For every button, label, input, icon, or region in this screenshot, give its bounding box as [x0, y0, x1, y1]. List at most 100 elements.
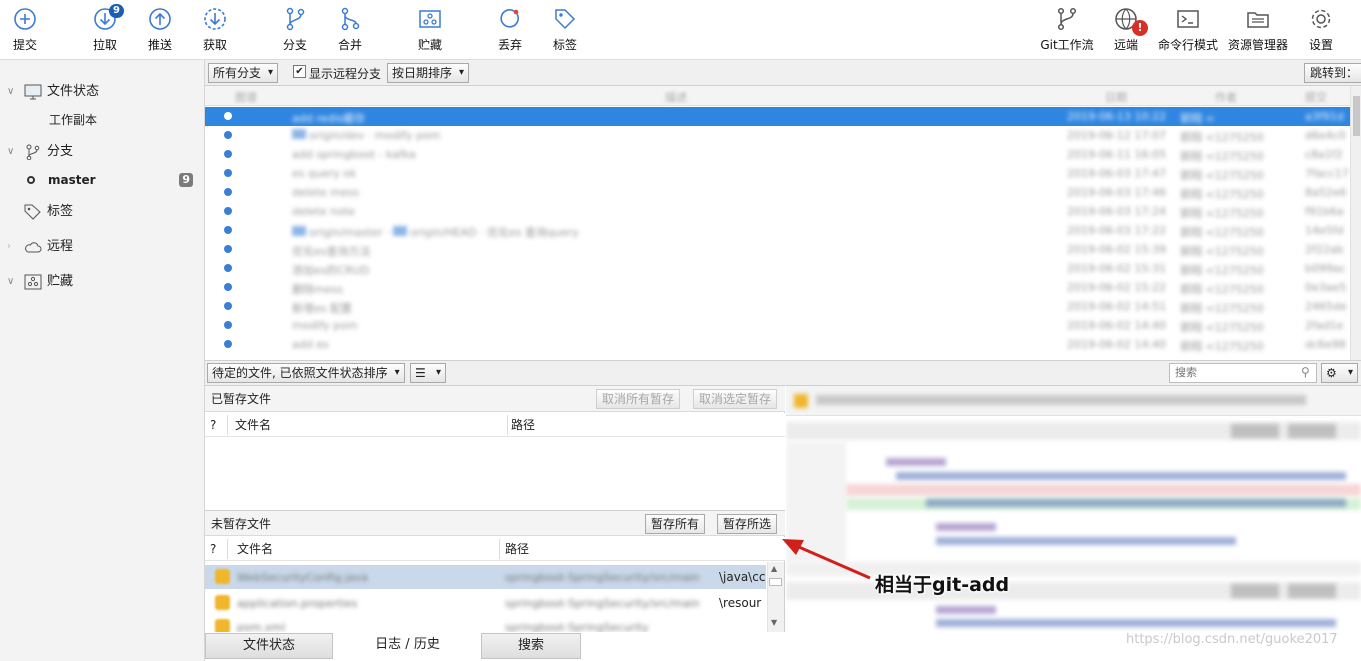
cloud-icon: [25, 242, 42, 253]
commit-row[interactable]: delete note 2019-06-03 17:24 郭翔 <1275250 f9…: [205, 202, 1350, 221]
sidebar: ∨ 文件状态 工作副本 ∨ 分支 master 9 标签 › 远程 ∨ 贮藏: [0, 60, 205, 661]
file-sort-dropdown[interactable]: 待定的文件, 已依照文件状态排序: [207, 363, 405, 383]
search-input[interactable]: [1169, 363, 1317, 383]
file-row[interactable]: WebSecurityConfig.java springboot-Spring…: [205, 565, 766, 589]
explorer-button[interactable]: 资源管理器: [1228, 6, 1288, 53]
merge-button[interactable]: 合并: [320, 6, 380, 53]
terminal-button[interactable]: 命令行模式: [1158, 6, 1218, 53]
chevron-down-icon[interactable]: ∨: [7, 80, 14, 104]
sidebar-item-remotes[interactable]: › 远程: [0, 235, 205, 259]
commit-label: 提交: [12, 38, 37, 52]
commit-button[interactable]: 提交: [0, 6, 55, 53]
remote-alert-icon: !: [1132, 20, 1148, 36]
terminal-label: 命令行模式: [1157, 38, 1218, 52]
stash-label: 贮藏: [417, 38, 442, 52]
current-branch-icon: [27, 176, 35, 184]
behind-count-badge: 9: [179, 173, 193, 187]
tag-button[interactable]: 标签: [535, 6, 595, 53]
sidebar-item-label: master: [48, 173, 96, 187]
sidebar-item-label: 分支: [47, 144, 74, 159]
chevron-right-icon[interactable]: ›: [7, 235, 11, 259]
sidebar-item-label: 远程: [47, 239, 74, 254]
commit-row[interactable]: add springboot - kafka 2019-06-11 16:05 郭翔…: [205, 145, 1350, 164]
file-row[interactable]: pom.xml springboot-SpringSecurity: [205, 615, 766, 632]
file-panes: 已暂存文件 取消所有暂存 取消选定暂存 ? 文件名 路径 未暂存文件 暂存所有 …: [205, 386, 785, 632]
tag-label: 标签: [552, 38, 577, 52]
unstage-selected-button[interactable]: 取消选定暂存: [693, 389, 778, 409]
unstaged-column-headers: ? 文件名 路径: [205, 537, 785, 561]
filename-column-header[interactable]: 文件名: [237, 537, 273, 561]
chevron-down-icon[interactable]: ∨: [7, 140, 14, 164]
annotation-text: 相当于git-add: [875, 574, 1010, 596]
view-mode-dropdown[interactable]: ☰: [410, 363, 446, 383]
commit-row[interactable]: 优化es查询方法 2019-06-02 15:39 郭翔 <1275250 2f22a…: [205, 240, 1350, 259]
file-path-tail: \java\cc: [719, 568, 766, 586]
sidebar-item-tags[interactable]: 标签: [0, 200, 205, 224]
settings-dropdown[interactable]: ⚙: [1321, 363, 1358, 383]
log-scrollbar[interactable]: [1350, 86, 1361, 360]
stage-selected-button[interactable]: 暂存所选: [717, 514, 778, 534]
commit-row[interactable]: add redis缓存 2019-06-13 10:22 郭翔 < a3f91d: [205, 107, 1350, 126]
jump-to-button[interactable]: 跳转到：: [1304, 63, 1361, 83]
sort-dropdown[interactable]: 按日期排序: [387, 63, 470, 83]
branches-dropdown[interactable]: 所有分支: [208, 63, 279, 83]
status-column-header[interactable]: ?: [210, 413, 216, 437]
fetch-button[interactable]: 获取: [185, 6, 245, 53]
sidebar-item-working-copy[interactable]: 工作副本: [0, 108, 205, 132]
commit-row[interactable]: 新增es 配置 2019-06-02 14:51 郭翔 <1275250 2465de: [205, 297, 1350, 316]
stage-all-button[interactable]: 暂存所有: [645, 514, 706, 534]
chevron-down-icon[interactable]: ∨: [7, 270, 14, 294]
merge-label: 合并: [337, 38, 362, 52]
push-icon: [149, 8, 171, 30]
commit-row[interactable]: 添加es的CRUD 2019-06-02 15:31 郭翔 <1275250 b099…: [205, 259, 1350, 278]
unstage-all-button[interactable]: 取消所有暂存: [596, 389, 681, 409]
status-column-header[interactable]: ?: [210, 537, 216, 561]
gear-icon: ⚙: [1326, 366, 1337, 380]
commit-row[interactable]: es query ok 2019-06-03 17:47 郭翔 <1275250 7f…: [205, 164, 1350, 183]
commit-row[interactable]: origin/master · origin/HEAD · 优化es 查询que…: [205, 221, 1350, 240]
tab-search[interactable]: 搜索: [481, 633, 581, 659]
file-path-tail: \resour: [719, 594, 766, 612]
show-remote-checkbox[interactable]: ✔: [293, 65, 306, 78]
commit-row[interactable]: origin/dev · modify pom 2019-06-12 17:07 郭…: [205, 126, 1350, 145]
list-icon: ☰: [415, 366, 426, 380]
tag-icon: [24, 204, 41, 220]
folder-icon: [1247, 12, 1269, 28]
commit-row[interactable]: modify pom 2019-06-02 14:40 郭翔 <1275250 2fa…: [205, 316, 1350, 335]
remote-button[interactable]: ! 远端: [1096, 6, 1156, 53]
diff-viewer: [786, 386, 1361, 632]
pull-count-badge: 9: [109, 4, 124, 18]
staged-column-headers: ? 文件名 路径: [205, 413, 785, 437]
tab-file-status[interactable]: 文件状态: [205, 633, 333, 659]
settings-button[interactable]: 设置: [1291, 6, 1351, 53]
discard-icon: [500, 9, 519, 28]
file-status-toolbar: 待定的文件, 已依照文件状态排序 ☰ ⚲ ⚙: [205, 360, 1361, 386]
sidebar-item-label: 文件状态: [47, 84, 100, 99]
branch-icon: [286, 7, 305, 31]
modified-file-icon: [215, 595, 230, 610]
gear-icon: [1311, 9, 1331, 29]
staged-header: 已暂存文件 取消所有暂存 取消选定暂存: [205, 386, 785, 412]
terminal-icon: [1177, 10, 1199, 28]
commit-row[interactable]: 删除mess 2019-06-02 15:22 郭翔 <1275250 0e3ae5: [205, 278, 1350, 297]
stash-button[interactable]: 贮藏: [400, 6, 460, 53]
sidebar-item-branches[interactable]: ∨ 分支: [0, 140, 205, 164]
sidebar-item-workspace[interactable]: ∨ 文件状态: [0, 80, 205, 104]
unstaged-title: 未暂存文件: [211, 517, 272, 531]
main-toolbar: 提交 9 拉取 推送 获取 分支 合并 贮藏 丢弃 标签 Git工作流 ! 远端: [0, 0, 1361, 60]
search-icon: ⚲: [1301, 365, 1310, 379]
path-column-header[interactable]: 路径: [511, 413, 535, 437]
sidebar-item-stashes[interactable]: ∨ 贮藏: [0, 270, 205, 294]
sidebar-item-label: 工作副本: [49, 113, 98, 127]
tab-log-history[interactable]: 日志 / 历史: [336, 633, 479, 659]
filename-column-header[interactable]: 文件名: [235, 413, 271, 437]
file-row[interactable]: application.properties springboot-Spring…: [205, 591, 766, 615]
commit-row[interactable]: add es 2019-06-02 14:40 郭翔 <1275250 dc6e98: [205, 335, 1350, 354]
modified-file-icon: [215, 619, 230, 632]
staged-file-list: [205, 437, 785, 510]
path-column-header[interactable]: 路径: [505, 537, 529, 561]
sidebar-item-master[interactable]: master 9: [0, 168, 205, 192]
commit-row[interactable]: delete mess 2019-06-03 17:46 郭翔 <1275250 8a…: [205, 183, 1350, 202]
staged-title: 已暂存文件: [211, 392, 272, 406]
fetch-icon: [204, 8, 226, 30]
